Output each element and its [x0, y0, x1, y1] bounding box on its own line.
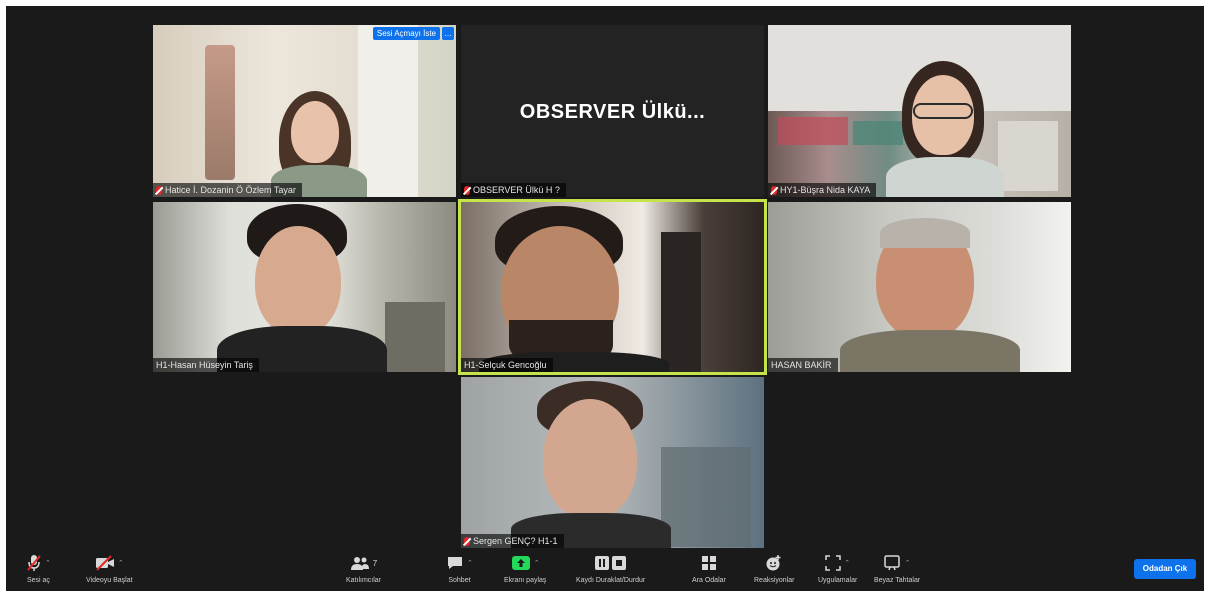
chevron-up-icon[interactable]: ⌃ [905, 559, 911, 567]
video-tile-hasan-huseyin[interactable]: H1-Hasan Hüseyin Tariş [153, 202, 456, 372]
nameplate: Hatice İ. Dozanin Ö Özlem Tayar [153, 183, 302, 197]
pause-stop-recording-button[interactable]: Kaydı Duraklat/Durdur [576, 553, 645, 584]
participants-icon [350, 557, 369, 570]
participant-name: H1-Selçuk Gencoğlu [464, 360, 547, 370]
zoom-window: Sesi Açmayı İste … Hatice İ. Dozanin Ö Ö… [6, 6, 1204, 591]
nameplate: H1-Hasan Hüseyin Tariş [153, 358, 259, 372]
reactions-button[interactable]: Reaksiyonlar [754, 553, 794, 584]
apps-icon [825, 555, 841, 571]
stop-icon [612, 556, 627, 570]
breakout-rooms-button[interactable]: Ara Odalar [692, 553, 726, 584]
breakout-rooms-icon [701, 556, 716, 570]
chat-label: Sohbet [448, 577, 471, 584]
nameplate: Sergen GENÇ? H1-1 [461, 534, 564, 548]
chevron-up-icon[interactable]: ⌃ [118, 559, 124, 567]
leave-room-button[interactable]: Odadan Çık [1134, 559, 1196, 579]
nameplate: H1-Selçuk Gencoğlu [461, 358, 553, 372]
participants-button[interactable]: 7 Katılımcılar [346, 553, 381, 584]
unmute-button[interactable]: ⌃ Sesi aç [26, 553, 51, 584]
video-tile-sergen[interactable]: Sergen GENÇ? H1-1 [461, 377, 764, 548]
participant-name: H1-Hasan Hüseyin Tariş [156, 360, 253, 370]
participant-name: Hatice İ. Dozanin Ö Özlem Tayar [165, 185, 296, 195]
participant-video [768, 25, 1071, 197]
ask-to-unmute-button[interactable]: Sesi Açmayı İste [372, 27, 440, 40]
more-options-button[interactable]: … [442, 27, 454, 40]
whiteboards-button[interactable]: ⌃ Beyaz Tahtalar [874, 553, 920, 584]
participant-name: HY1-Büşra Nida KAYA [780, 185, 871, 195]
participants-label: Katılımcılar [346, 577, 382, 584]
participant-name: HASAN BAKİR [771, 360, 832, 370]
spotlight-controls: Sesi Açmayı İste … [372, 27, 454, 40]
whiteboard-label: Beyaz Tahtalar [874, 577, 921, 584]
participant-video [153, 202, 456, 372]
video-tile-selcuk-active-speaker[interactable]: H1-Selçuk Gencoğlu [458, 199, 767, 375]
audio-label: Sesi aç [26, 577, 50, 584]
video-tile-hasan-bakir[interactable]: HASAN BAKİR [768, 202, 1071, 372]
nameplate: HY1-Büşra Nida KAYA [768, 183, 877, 197]
mic-muted-icon [156, 185, 162, 195]
pause-icon [595, 556, 610, 570]
video-tile-hatice[interactable]: Sesi Açmayı İste … Hatice İ. Dozanin Ö Ö… [153, 25, 456, 197]
participant-video [461, 202, 764, 372]
participant-name: Sergen GENÇ? H1-1 [473, 536, 558, 546]
nameplate: OBSERVER Ülkü H ? [461, 183, 566, 197]
reactions-icon [766, 555, 781, 571]
apps-label: Uygulamalar [818, 577, 858, 584]
chat-button[interactable]: ⌃ Sohbet [446, 553, 473, 584]
participants-count: 7 [372, 558, 378, 568]
video-off-icon [95, 555, 114, 571]
breakout-label: Ara Odalar [692, 577, 726, 584]
participant-video [768, 202, 1071, 372]
nameplate: HASAN BAKİR [768, 358, 838, 372]
reactions-label: Reaksiyonlar [754, 577, 795, 584]
video-label: Videoyu Başlat [86, 577, 133, 584]
participant-video [461, 377, 764, 548]
chevron-up-icon[interactable]: ⌃ [45, 559, 51, 567]
mic-muted-icon [464, 536, 470, 546]
participant-name: OBSERVER Ülkü H ? [473, 185, 560, 195]
mic-muted-icon [771, 185, 777, 195]
mic-muted-icon [27, 555, 41, 571]
chevron-up-icon[interactable]: ⌃ [467, 559, 473, 567]
meeting-toolbar: ⌃ Sesi aç ⌃ Videoyu Başlat 7 Katılımcıla… [6, 551, 1204, 591]
start-video-button[interactable]: ⌃ Videoyu Başlat [86, 553, 133, 584]
chevron-up-icon[interactable]: ⌃ [844, 559, 850, 567]
share-screen-button[interactable]: ⌃ Ekranı paylaş [504, 553, 546, 584]
chat-icon [448, 557, 462, 569]
share-label: Ekranı paylaş [504, 577, 547, 584]
apps-button[interactable]: ⌃ Uygulamalar [818, 553, 857, 584]
video-tile-observer[interactable]: OBSERVER Ülkü... OBSERVER Ülkü H ? [461, 25, 764, 197]
share-screen-icon [511, 556, 530, 570]
chevron-up-icon[interactable]: ⌃ [534, 559, 540, 567]
record-label: Kaydı Duraklat/Durdur [576, 577, 646, 584]
participant-display-name: OBSERVER Ülkü... [519, 101, 706, 123]
participant-video [153, 25, 456, 197]
mic-muted-icon [464, 185, 470, 195]
whiteboard-icon [883, 555, 900, 571]
video-tile-busra[interactable]: HY1-Büşra Nida KAYA [768, 25, 1071, 197]
